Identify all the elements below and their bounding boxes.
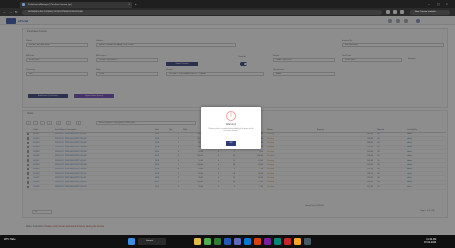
windows-taskbar: 28°C Haze Search 11:42 AM 07-02-2024 [0,235,455,248]
browser-tab[interactable]: ProfitInvoiceManager | Purchase Invoice … [20,1,132,8]
app-icon[interactable] [284,238,291,245]
new-tab-icon[interactable]: + [135,2,137,6]
extension-icon[interactable] [393,10,397,14]
maximize-icon[interactable]: ▢ [437,2,440,6]
back-icon[interactable]: ← [3,10,6,14]
excel-icon[interactable] [214,238,221,245]
app-icon[interactable] [274,238,281,245]
address-bar: ← → ↻ workspace-dev.company.com/purchase… [0,8,455,16]
url-field[interactable]: workspace-dev.company.com/purchase/invoi… [22,9,382,15]
outlook-icon[interactable] [244,238,251,245]
reload-icon[interactable]: ↻ [15,10,18,14]
app-icon[interactable] [264,238,271,245]
taskbar-search-label: Search [146,239,153,242]
app-icon[interactable] [254,238,261,245]
ok-button[interactable]: OK [226,141,236,146]
teams-icon[interactable] [234,238,241,245]
dialog-title: Warning! [225,123,237,126]
close-window-icon[interactable]: × [446,2,448,6]
close-tab-icon[interactable]: × [128,2,130,8]
warning-dialog: ! Warning! Please select a vendor before… [201,107,261,149]
word-icon[interactable] [224,238,231,245]
forward-icon[interactable]: → [9,10,12,14]
tab-title: ProfitInvoiceManager | Purchase Invoice … [28,3,72,6]
chrome-update-button[interactable]: New Chrome available [410,9,450,15]
bookmark-icon[interactable] [386,10,390,14]
windows-start-icon[interactable] [128,238,135,245]
system-clock[interactable]: 11:42 AM 07-02-2024 [424,238,436,245]
browser-tab-strip: ProfitInvoiceManager | Purchase Invoice … [0,0,455,8]
warning-icon: ! [226,111,236,121]
app-icon[interactable] [294,238,301,245]
downloads-icon[interactable] [400,10,404,14]
minimize-icon[interactable]: – [428,2,430,6]
file-explorer-icon[interactable] [194,238,201,245]
chrome-icon[interactable] [204,238,211,245]
weather-widget[interactable]: 28°C Haze [4,238,16,241]
clock-date: 07-02-2024 [424,241,437,245]
app-icon[interactable] [304,238,311,245]
dialog-message: Please select a vendor before adding the… [208,128,254,133]
favicon-icon [22,3,25,6]
